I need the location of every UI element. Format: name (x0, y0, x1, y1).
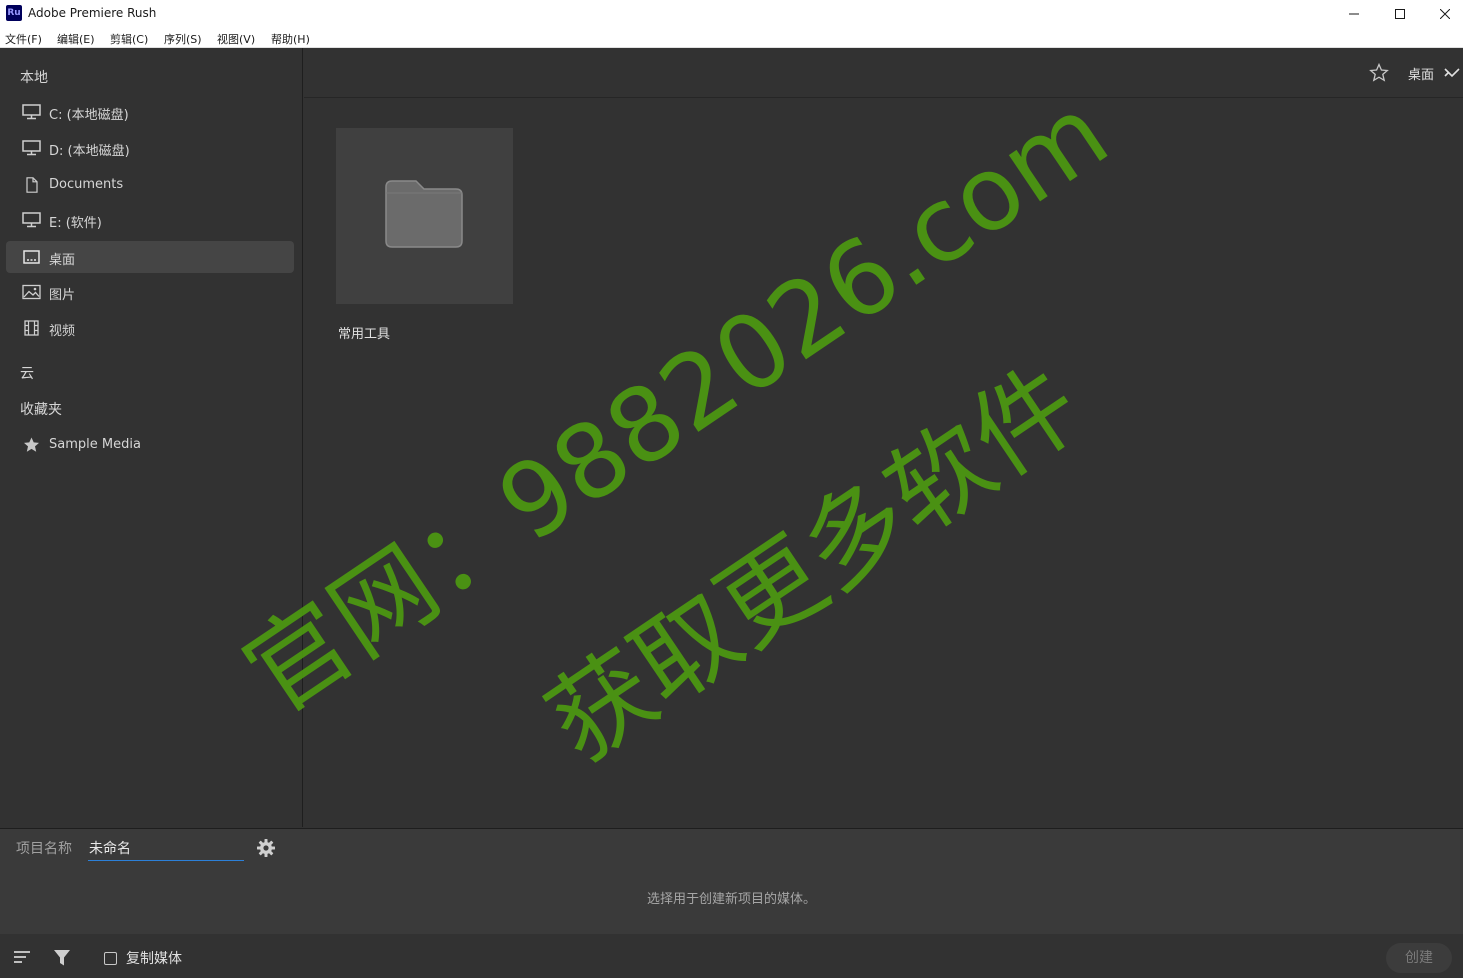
folder-icon (385, 180, 463, 248)
menu-edit[interactable]: 编辑(E) (57, 31, 95, 47)
filter-icon[interactable] (53, 949, 71, 967)
sidebar-item-pictures[interactable]: 图片 (6, 276, 294, 308)
sidebar-item-label: Documents (49, 177, 124, 192)
sidebar-item-e-drive[interactable]: E: (软件) (6, 204, 294, 236)
media-hint-text: 选择用于创建新项目的媒体。 (646, 892, 816, 907)
sidebar-item-label: 视频 (49, 324, 76, 339)
maximize-icon (1395, 9, 1405, 19)
menu-help[interactable]: 帮助(H) (271, 31, 310, 47)
monitor-icon (22, 212, 41, 228)
sidebar-item-label: Sample Media (49, 437, 141, 452)
gear-icon[interactable] (256, 838, 276, 858)
create-button[interactable]: 创建 (1386, 943, 1452, 973)
app-icon: Ru (6, 5, 22, 21)
favorite-star-icon[interactable] (1368, 62, 1390, 84)
sidebar-item-d-drive[interactable]: D: (本地磁盘) (6, 132, 294, 164)
image-icon (22, 284, 41, 300)
sidebar-item-label: 桌面 (49, 253, 76, 268)
chevron-down-icon[interactable] (1444, 67, 1460, 79)
sidebar-item-label: E: (软件) (49, 216, 102, 231)
menu-sequence[interactable]: 序列(S) (164, 31, 202, 47)
local-heading: 本地 (20, 70, 48, 86)
browser-toolbar: 桌面 (304, 48, 1463, 98)
project-name-input[interactable] (88, 835, 244, 861)
close-button[interactable] (1422, 0, 1463, 28)
desktop-icon (23, 250, 40, 264)
menu-view[interactable]: 视图(V) (217, 31, 255, 47)
cloud-heading[interactable]: 云 (20, 363, 34, 383)
menu-file[interactable]: 文件(F) (5, 31, 42, 47)
window-title: Adobe Premiere Rush (28, 6, 157, 20)
sidebar-item-desktop[interactable]: 桌面 (6, 241, 294, 273)
document-icon (26, 177, 38, 193)
monitor-icon (22, 104, 41, 120)
sidebar-item-c-drive[interactable]: C: (本地磁盘) (6, 96, 294, 128)
folder-tile[interactable] (336, 128, 513, 304)
sidebar-item-videos[interactable]: 视频 (6, 312, 294, 344)
copy-media-label[interactable]: 复制媒体 (126, 948, 182, 968)
film-icon (24, 320, 39, 336)
menu-clip[interactable]: 剪辑(C) (110, 31, 148, 47)
project-name-label: 项目名称 (16, 841, 72, 857)
copy-media-checkbox[interactable] (104, 952, 117, 965)
sidebar-item-label: C: (本地磁盘) (49, 108, 129, 123)
star-icon (24, 437, 39, 452)
file-browser: 桌面 常用工具 (304, 48, 1463, 827)
sort-icon[interactable] (13, 949, 31, 965)
location-dropdown[interactable]: 桌面 (1408, 64, 1434, 83)
footer-bar: 复制媒体 创建 (0, 934, 1463, 978)
minimize-button[interactable] (1331, 0, 1377, 28)
favorites-heading: 收藏夹 (20, 402, 62, 418)
sidebar-item-label: 图片 (49, 288, 76, 303)
menu-bar: 文件(F) 编辑(E) 剪辑(C) 序列(S) 视图(V) 帮助(H) (0, 28, 1463, 48)
project-panel: 项目名称 选择用于创建新项目的媒体。 (0, 828, 1463, 934)
sidebar-item-documents[interactable]: Documents (6, 169, 294, 201)
sidebar-item-sample-media[interactable]: Sample Media (6, 429, 294, 461)
sidebar: 本地 C: (本地磁盘) D: (本地磁盘) Documents E: (软件)… (0, 48, 303, 827)
close-icon (1440, 9, 1450, 19)
minimize-icon (1349, 13, 1359, 15)
title-bar: Ru Adobe Premiere Rush (0, 0, 1463, 28)
folder-name[interactable]: 常用工具 (338, 323, 390, 342)
sidebar-item-label: D: (本地磁盘) (49, 144, 130, 159)
maximize-button[interactable] (1377, 0, 1423, 28)
monitor-icon (22, 140, 41, 156)
